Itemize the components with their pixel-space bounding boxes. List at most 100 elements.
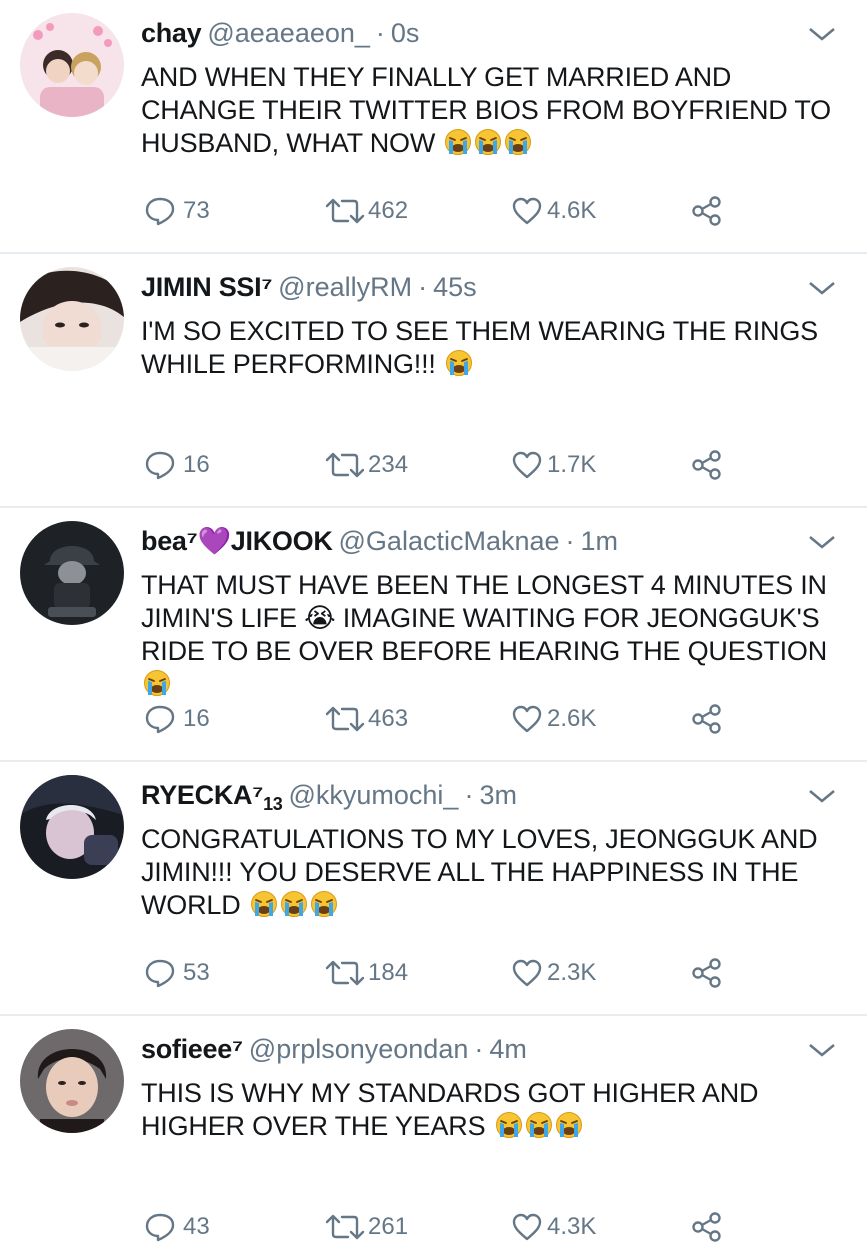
handle[interactable]: @reallyRM — [278, 272, 412, 302]
reply-button[interactable]: 16 — [145, 448, 210, 482]
avatar[interactable] — [20, 13, 124, 117]
like-count: 4.3K — [547, 1213, 597, 1240]
chevron-down-icon[interactable] — [807, 532, 837, 552]
handle[interactable]: @aeaeaeon_ — [207, 18, 370, 48]
retweet-icon — [325, 960, 365, 986]
handle[interactable]: @prplsonyeondan — [249, 1034, 469, 1064]
tweet[interactable]: JIMIN SSI⁷ @reallyRM · 45s I'M SO EXCITED T… — [0, 254, 867, 508]
display-name[interactable]: sofieee⁷ — [141, 1034, 243, 1064]
reply-count: 53 — [183, 959, 210, 986]
reply-count: 73 — [183, 197, 210, 224]
heart-icon — [512, 959, 542, 987]
like-button[interactable]: 4.6K — [511, 194, 596, 228]
display-name[interactable]: chay — [141, 18, 202, 48]
retweet-icon — [325, 706, 365, 732]
reply-button[interactable]: 53 — [145, 956, 210, 990]
tweet[interactable]: chay @aeaeaeon_ · 0s AND WHEN THEY FINALLY … — [0, 0, 867, 254]
emoji-group — [141, 669, 171, 699]
retweet-button[interactable]: 184 — [324, 956, 408, 990]
share-button[interactable] — [691, 448, 723, 482]
heart-icon — [512, 705, 542, 733]
reply-button[interactable]: 16 — [145, 702, 210, 736]
timestamp[interactable]: 45s — [433, 272, 477, 302]
handle[interactable]: @kkyumochi_ — [288, 780, 458, 810]
heart-icon — [512, 197, 542, 225]
timestamp[interactable]: 1m — [581, 526, 619, 556]
loudly-crying-face-emoji — [250, 890, 278, 918]
display-name[interactable]: bea⁷💜JIKOOK — [141, 526, 333, 556]
tweet-text: THIS IS WHY MY STANDARDS GOT HIGHER AND … — [141, 1077, 847, 1143]
like-button[interactable]: 2.3K — [511, 956, 596, 990]
separator: · — [464, 780, 474, 810]
tweet-header: sofieee⁷ @prplsonyeondan · 4m — [141, 1032, 807, 1066]
like-count: 1.7K — [547, 451, 597, 478]
tweet-actions: 43 261 4.3K — [141, 1210, 741, 1244]
share-button[interactable] — [691, 194, 723, 228]
share-button[interactable] — [691, 956, 723, 990]
display-name[interactable]: RYECKA⁷13 — [141, 780, 283, 814]
timestamp[interactable]: 0s — [391, 18, 420, 48]
timestamp[interactable]: 4m — [489, 1034, 527, 1064]
loudly-crying-face-emoji — [474, 128, 502, 156]
separator: · — [418, 272, 428, 302]
retweet-icon — [325, 1214, 365, 1240]
reply-icon — [145, 959, 175, 988]
chevron-down-icon[interactable] — [807, 1040, 837, 1060]
share-button[interactable] — [691, 1210, 723, 1244]
tweet-actions: 73 462 4.6K — [141, 194, 741, 228]
avatar[interactable] — [20, 775, 124, 879]
tweet[interactable]: bea⁷💜JIKOOK @GalacticMaknae · 1m THAT MUST … — [0, 508, 867, 762]
like-count: 2.3K — [547, 959, 597, 986]
loudly-crying-face-emoji — [280, 890, 308, 918]
tweet-text: CONGRATULATIONS TO MY LOVES, JEONGGUK AN… — [141, 823, 847, 922]
tweet-text: I'M SO EXCITED TO SEE THEM WEARING THE R… — [141, 315, 847, 381]
reply-icon — [145, 451, 175, 480]
like-button[interactable]: 4.3K — [511, 1210, 596, 1244]
display-name[interactable]: JIMIN SSI⁷ — [141, 272, 272, 302]
retweet-count: 462 — [368, 197, 409, 224]
loudly-crying-face-emoji — [555, 1111, 583, 1139]
retweet-button[interactable]: 234 — [324, 448, 408, 482]
separator: · — [565, 526, 575, 556]
chevron-down-icon[interactable] — [807, 278, 837, 298]
avatar[interactable] — [20, 521, 124, 625]
like-button[interactable]: 2.6K — [511, 702, 596, 736]
retweet-count: 463 — [368, 705, 409, 732]
tweet-header: RYECKA⁷13 @kkyumochi_ · 3m — [141, 778, 807, 821]
retweet-button[interactable]: 463 — [324, 702, 408, 736]
avatar[interactable] — [20, 1029, 124, 1133]
chevron-down-icon[interactable] — [807, 786, 837, 806]
retweet-count: 234 — [368, 451, 409, 478]
emoji-group — [493, 1111, 583, 1141]
loudly-crying-face-emoji — [504, 128, 532, 156]
reply-icon — [145, 197, 175, 226]
display-name-text: RYECKA⁷ — [141, 780, 264, 810]
purple-heart-emoji: 💜 — [197, 526, 231, 556]
loudly-crying-face-emoji — [444, 128, 472, 156]
tweet[interactable]: sofieee⁷ @prplsonyeondan · 4m THIS IS WHY M… — [0, 1016, 867, 1242]
retweet-button[interactable]: 462 — [324, 194, 408, 228]
timeline: chay @aeaeaeon_ · 0s AND WHEN THEY FINALLY … — [0, 0, 867, 1242]
timestamp[interactable]: 3m — [479, 780, 517, 810]
reply-count: 16 — [183, 451, 210, 478]
retweet-button[interactable]: 261 — [324, 1210, 408, 1244]
tweet-actions: 16 463 2.6K — [141, 702, 741, 736]
chevron-down-icon[interactable] — [807, 24, 837, 44]
share-button[interactable] — [691, 702, 723, 736]
handle[interactable]: @GalacticMaknae — [339, 526, 560, 556]
share-icon — [692, 196, 721, 226]
share-icon — [692, 1212, 721, 1242]
loudly-crying-face-emoji — [310, 890, 338, 918]
tweet[interactable]: RYECKA⁷13 @kkyumochi_ · 3m CONGRATULATIONS … — [0, 762, 867, 1016]
reply-button[interactable]: 73 — [145, 194, 210, 228]
like-button[interactable]: 1.7K — [511, 448, 596, 482]
avatar[interactable] — [20, 267, 124, 371]
loudly-crying-face-emoji — [495, 1111, 523, 1139]
share-icon — [692, 450, 721, 480]
loudly-crying-face-emoji — [143, 669, 171, 697]
tweet-text-content: THIS IS WHY MY STANDARDS GOT HIGHER AND … — [141, 1078, 759, 1141]
separator: · — [375, 18, 385, 48]
tweet-header: chay @aeaeaeon_ · 0s — [141, 16, 807, 50]
reply-button[interactable]: 43 — [145, 1210, 210, 1244]
display-name-suffix: JIKOOK — [230, 526, 333, 556]
